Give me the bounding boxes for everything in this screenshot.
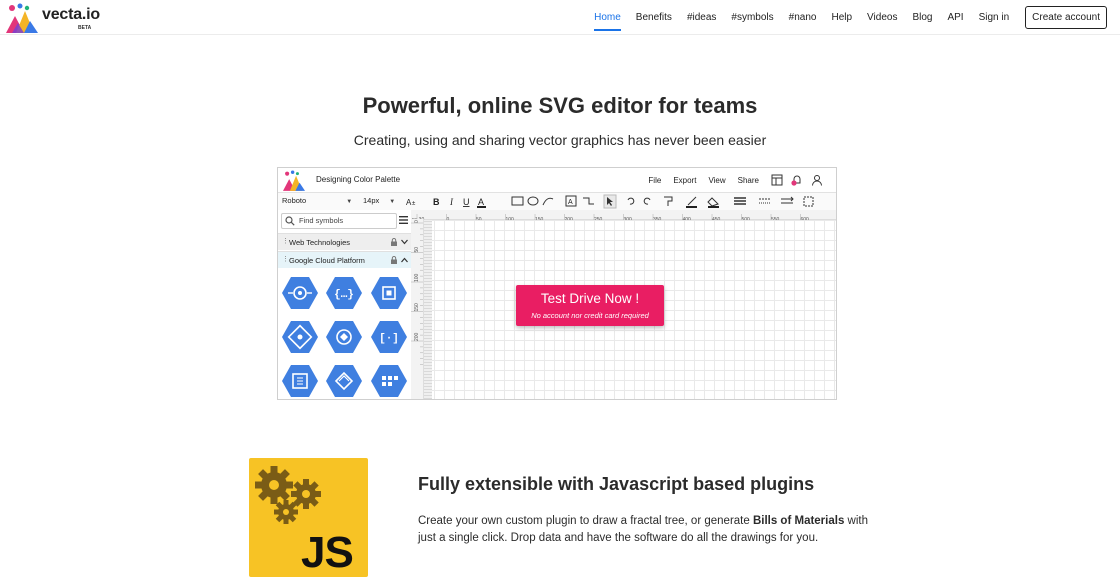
create-account-button[interactable]: Create account xyxy=(1025,5,1107,29)
ruler-left: 0 50 100 150 200 xyxy=(411,219,424,399)
font-family-value: Roboto xyxy=(282,196,307,205)
js-plugin-illustration: JS xyxy=(249,458,368,577)
nav-ideas[interactable]: #ideas xyxy=(687,9,716,26)
search-placeholder: Find symbols xyxy=(299,216,344,225)
editor-menu: File Export View Share xyxy=(648,168,831,192)
svg-text:B: B xyxy=(433,197,440,207)
editor-preview: Designing Color Palette File Export View… xyxy=(277,167,837,400)
menu-export[interactable]: Export xyxy=(673,176,696,185)
nav-nano[interactable]: #nano xyxy=(789,9,817,26)
js-label: JS xyxy=(301,528,354,577)
nav-blog[interactable]: Blog xyxy=(912,9,932,26)
nav-links: Home Benefits #ideas #symbols #nano Help… xyxy=(579,0,1120,34)
test-drive-button[interactable]: Test Drive Now ! No account nor credit c… xyxy=(516,285,664,326)
svg-text:U: U xyxy=(463,197,470,207)
chevron-up-icon[interactable] xyxy=(401,257,408,263)
feature-title: Fully extensible with Javascript based p… xyxy=(418,474,815,494)
menu-share[interactable]: Share xyxy=(738,176,759,185)
drag-handle-icon[interactable]: ⋮ xyxy=(282,255,289,263)
chevron-down-icon: ▼ xyxy=(389,199,396,205)
feature-text-bold: Bills of Materials xyxy=(752,515,845,527)
test-drive-sublabel: No account nor credit card required xyxy=(531,311,649,320)
hero-title: Powerful, online SVG editor for teams xyxy=(362,93,758,118)
gcp-data-icon[interactable] xyxy=(282,321,318,353)
editor-logo-icon xyxy=(283,170,305,191)
top-nav: vecta.io BETA Home Benefits #ideas #symb… xyxy=(0,0,1120,35)
section-label: Web Technologies xyxy=(289,238,351,247)
ruler-tick-label: 150 xyxy=(414,303,420,312)
section-label: Google Cloud Platform xyxy=(289,256,365,265)
gcp-grid-icon[interactable] xyxy=(371,365,407,397)
nav-benefits[interactable]: Benefits xyxy=(636,9,672,26)
notification-bell-icon[interactable] xyxy=(791,174,803,186)
ruler-tick-label: 50 xyxy=(414,247,420,253)
toolbar-icons[interactable]: A ± B I U A A xyxy=(406,194,836,209)
svg-text:I: I xyxy=(449,197,454,207)
ruler-tick-label: 200 xyxy=(414,332,420,341)
nav-help[interactable]: Help xyxy=(831,9,852,26)
document-title: Designing Color Palette xyxy=(316,175,401,184)
ruler-tick-label: 100 xyxy=(414,273,420,282)
menu-icon[interactable] xyxy=(399,216,408,224)
gcp-tpu-icon[interactable] xyxy=(282,365,318,397)
svg-text:[·]: [·] xyxy=(379,333,399,345)
svg-text:A: A xyxy=(568,199,573,206)
nav-symbols[interactable]: #symbols xyxy=(731,9,773,26)
editor-titlebar: Designing Color Palette File Export View… xyxy=(278,168,836,193)
chevron-down-icon[interactable] xyxy=(401,239,408,245)
nav-sign-in[interactable]: Sign in xyxy=(979,9,1010,26)
svg-text:±: ± xyxy=(412,201,416,207)
gcp-layers-icon[interactable] xyxy=(326,365,362,397)
section-web-technologies[interactable]: ⋮ Web Technologies xyxy=(278,233,411,250)
font-family-select[interactable]: Roboto ▼ xyxy=(282,196,352,205)
ruler-left-scale: 0 50 100 150 200 xyxy=(411,220,423,365)
symbol-panel: Find symbols ⋮ Web Technologies ⋮ Google… xyxy=(278,210,412,399)
editor-toolbar: Roboto ▼ 14px ▼ A ± B I U A A xyxy=(278,193,836,211)
nav-videos[interactable]: Videos xyxy=(867,9,897,26)
brand-name[interactable]: vecta.io xyxy=(42,6,100,24)
font-size-select[interactable]: 14px ▼ xyxy=(363,196,395,205)
hero-subtitle: Creating, using and sharing vector graph… xyxy=(353,132,767,148)
menu-view[interactable]: View xyxy=(708,176,725,185)
gcp-compute-icon[interactable] xyxy=(282,277,318,309)
nav-home[interactable]: Home xyxy=(594,9,621,31)
gcp-chip-icon[interactable] xyxy=(371,277,407,309)
beta-badge: BETA xyxy=(78,25,92,31)
gcp-service-icon[interactable]: [·] xyxy=(371,321,407,353)
feature-text-1: Create your own custom plugin to draw a … xyxy=(418,515,753,527)
search-icon xyxy=(285,216,295,226)
menu-file[interactable]: File xyxy=(648,176,661,185)
gcp-dataflow-icon[interactable] xyxy=(326,321,362,353)
gcp-functions-icon[interactable]: {…} xyxy=(326,277,362,309)
ruler-tick-label: 0 xyxy=(414,220,420,223)
test-drive-label: Test Drive Now ! xyxy=(540,291,640,306)
font-size-value: 14px xyxy=(363,196,380,205)
gcp-symbol-grid: {…} [·] xyxy=(282,277,407,397)
layout-icon[interactable] xyxy=(771,174,783,186)
section-google-cloud-platform[interactable]: ⋮ Google Cloud Platform xyxy=(278,251,411,268)
lock-icon xyxy=(391,256,397,264)
ruler-top: px-3005010015020025030035040045050055060… xyxy=(411,210,836,223)
svg-text:{…}: {…} xyxy=(334,289,354,301)
svg-text:A: A xyxy=(478,197,484,207)
vecta-logo-icon[interactable] xyxy=(6,3,38,33)
symbol-search-input[interactable]: Find symbols xyxy=(281,213,397,229)
nav-api[interactable]: API xyxy=(947,9,963,26)
chevron-down-icon: ▼ xyxy=(346,199,353,205)
lock-icon xyxy=(391,238,397,246)
feature-description: Create your own custom plugin to draw a … xyxy=(418,513,878,547)
user-icon[interactable] xyxy=(811,174,823,186)
drag-handle-icon[interactable]: ⋮ xyxy=(282,237,289,245)
